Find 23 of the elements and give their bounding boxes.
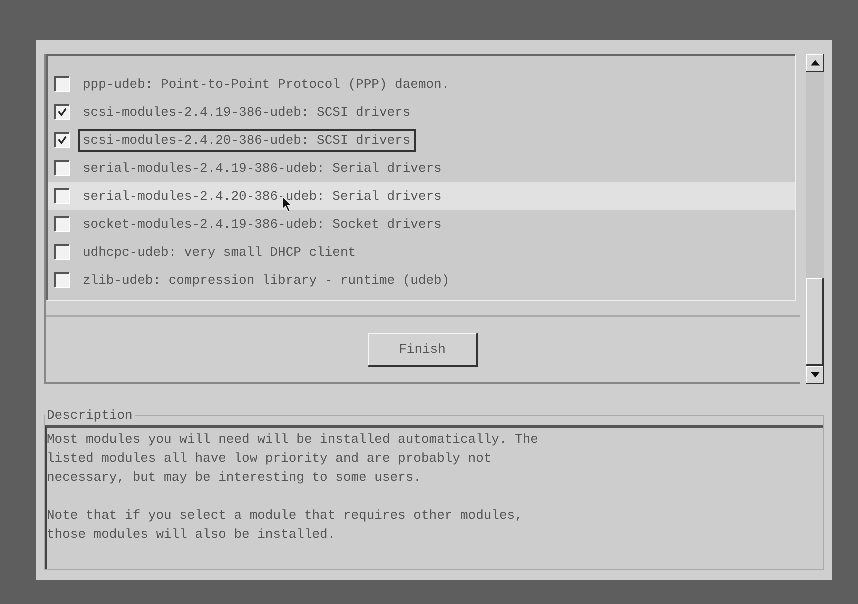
description-paragraph: Note that if you select a module that requires other modules, those modules will also be installed. <box>47 507 524 544</box>
finish-button[interactable]: Finish <box>368 332 478 366</box>
description-paragraph: Most modules you will need will be installed automatically. The listed modules all have low priority and are probably not necessary, but may be interesting to some users. <box>47 431 540 487</box>
group-title: Description <box>46 408 134 423</box>
checkbox[interactable] <box>54 188 70 204</box>
module-label[interactable]: zlib-udeb: compression library - runtime (udeb) <box>78 268 455 292</box>
module-label[interactable]: udhcpc-udeb: very small DHCP client <box>78 240 362 264</box>
checkbox[interactable] <box>54 76 70 92</box>
module-label[interactable]: scsi-modules-2.4.19-386-udeb: SCSI drivers <box>78 100 416 124</box>
check-icon <box>57 135 68 146</box>
module-label[interactable]: socket-modules-2.4.19-386-udeb: Socket drivers <box>78 212 447 236</box>
module-label[interactable]: ppp-udeb: Point-to-Point Protocol (PPP) daemon. <box>78 72 455 96</box>
scroll-thumb[interactable] <box>806 278 824 366</box>
checkbox[interactable] <box>54 104 70 120</box>
module-label[interactable]: serial-modules-2.4.19-386-udeb: Serial drivers <box>78 156 447 180</box>
checkbox[interactable] <box>54 272 70 288</box>
scrollbar[interactable] <box>806 54 824 384</box>
checkbox[interactable] <box>54 216 70 232</box>
checkbox[interactable] <box>54 244 70 260</box>
check-icon <box>57 107 68 118</box>
module-label[interactable]: scsi-modules-2.4.20-386-udeb: SCSI drivers <box>78 128 416 152</box>
checkbox[interactable] <box>54 160 70 176</box>
checkbox[interactable] <box>54 132 70 148</box>
